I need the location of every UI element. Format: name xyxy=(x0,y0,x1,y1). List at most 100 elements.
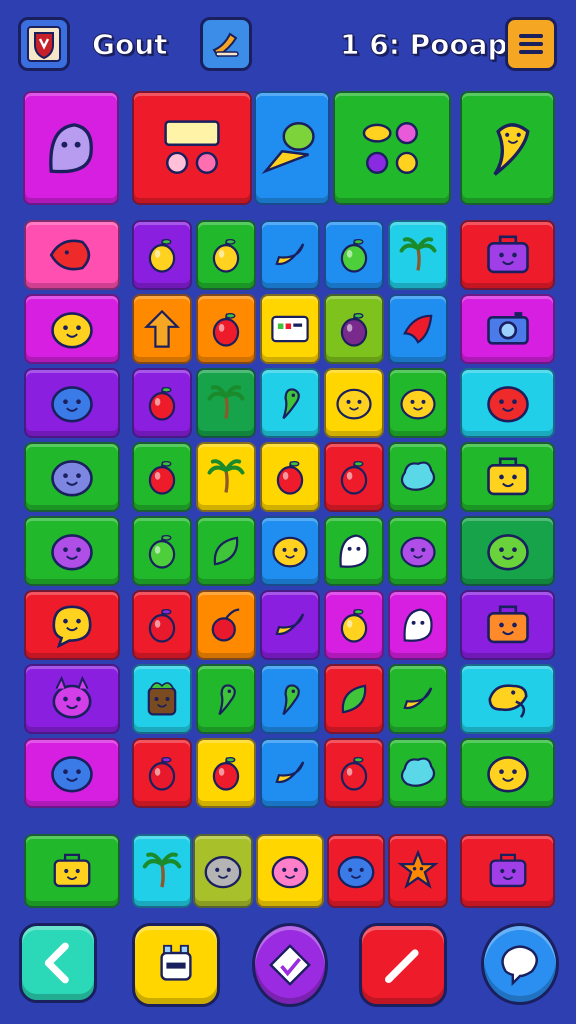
tray-tile[interactable] xyxy=(132,834,192,908)
quest-button[interactable] xyxy=(200,17,252,71)
feature-tile[interactable] xyxy=(254,91,330,205)
side-tile-right[interactable] xyxy=(460,220,555,290)
side-tile-left[interactable] xyxy=(24,294,120,364)
red-leaf-icon xyxy=(403,314,433,344)
grid-tile[interactable] xyxy=(132,738,192,808)
sign-icon xyxy=(271,315,309,343)
grid-tile[interactable] xyxy=(388,516,448,586)
grid-tile[interactable] xyxy=(260,516,320,586)
grid-tile[interactable] xyxy=(132,516,192,586)
side-tile-left[interactable] xyxy=(24,590,120,660)
purple-blob-icon xyxy=(400,536,436,568)
tray-tile[interactable] xyxy=(193,834,253,908)
yellow-bird-icon xyxy=(487,684,528,718)
tray-tile[interactable] xyxy=(388,834,448,908)
back-button[interactable] xyxy=(19,923,97,1003)
grid-tile[interactable] xyxy=(388,664,448,734)
grid-tile[interactable] xyxy=(324,220,384,290)
menu-button[interactable] xyxy=(505,17,557,71)
side-tile-left[interactable] xyxy=(24,220,120,290)
grid-tile[interactable] xyxy=(132,294,192,364)
grid-tile[interactable] xyxy=(324,516,384,586)
grid-tile[interactable] xyxy=(132,368,192,438)
yellow-blob-icon xyxy=(486,756,529,793)
gem-button[interactable] xyxy=(252,923,328,1007)
grid-tile[interactable] xyxy=(260,220,320,290)
feature-tile[interactable] xyxy=(132,91,252,205)
grid-tile[interactable] xyxy=(132,220,192,290)
feature-tile[interactable] xyxy=(23,91,119,205)
feature-tile[interactable] xyxy=(460,91,555,205)
grid-tile[interactable] xyxy=(132,590,192,660)
grid-tile[interactable] xyxy=(260,664,320,734)
grid-tile[interactable] xyxy=(388,368,448,438)
side-tile-left[interactable] xyxy=(24,368,120,438)
tray-tile[interactable] xyxy=(460,834,555,908)
palm-tree-icon xyxy=(207,459,245,493)
grid-tile[interactable] xyxy=(132,442,192,512)
grid-tile[interactable] xyxy=(324,368,384,438)
leaf-icon xyxy=(341,684,367,714)
chat-button[interactable] xyxy=(481,923,559,1005)
cherry-icon xyxy=(211,608,240,642)
tray-tile[interactable] xyxy=(327,834,385,908)
side-tile-left[interactable] xyxy=(24,516,120,586)
grid-tile[interactable] xyxy=(388,442,448,512)
grid-tile[interactable] xyxy=(260,590,320,660)
grid-tile[interactable] xyxy=(324,294,384,364)
grid-tile[interactable] xyxy=(196,294,256,364)
grid-tile[interactable] xyxy=(324,664,384,734)
side-tile-right[interactable] xyxy=(460,590,555,660)
grid-tile[interactable] xyxy=(388,590,448,660)
ghost-blob-icon xyxy=(49,123,93,174)
leaf-icon xyxy=(213,536,239,566)
side-tile-right[interactable] xyxy=(460,294,555,364)
star-creature-icon xyxy=(397,849,439,889)
grid-tile[interactable] xyxy=(196,442,256,512)
side-tile-right[interactable] xyxy=(460,738,555,808)
yellow-blob-icon xyxy=(272,536,308,568)
side-tile-right[interactable] xyxy=(460,516,555,586)
purple-suitcase-icon xyxy=(486,235,529,274)
grid-tile[interactable] xyxy=(324,442,384,512)
purple-monster-icon xyxy=(52,675,92,719)
tray-tile[interactable] xyxy=(24,834,120,908)
side-tile-right[interactable] xyxy=(460,664,555,734)
robot-button[interactable] xyxy=(132,923,220,1007)
grid-tile[interactable] xyxy=(196,220,256,290)
apple-icon xyxy=(212,312,240,347)
grid-tile[interactable] xyxy=(260,442,320,512)
grid-tile[interactable] xyxy=(260,368,320,438)
grid-tile[interactable] xyxy=(196,738,256,808)
pink-blob-icon xyxy=(271,856,309,889)
grid-tile[interactable] xyxy=(388,294,448,364)
grid-tile[interactable] xyxy=(196,664,256,734)
purple-blob-icon xyxy=(51,534,93,571)
grid-tile[interactable] xyxy=(196,516,256,586)
shield-button[interactable] xyxy=(18,17,70,71)
face-blob-icon xyxy=(336,388,372,420)
orange-suitcase-icon xyxy=(486,605,529,644)
side-tile-left[interactable] xyxy=(24,442,120,512)
grid-tile[interactable] xyxy=(196,368,256,438)
green-bird-icon xyxy=(218,684,236,716)
side-tile-left[interactable] xyxy=(24,738,120,808)
apple-icon xyxy=(148,460,176,495)
pencil-button[interactable] xyxy=(359,923,447,1007)
grid-tile[interactable] xyxy=(260,738,320,808)
palm-tree-icon xyxy=(207,385,245,419)
grid-tile[interactable] xyxy=(388,220,448,290)
grid-tile[interactable] xyxy=(324,590,384,660)
side-tile-right[interactable] xyxy=(460,442,555,512)
grid-tile[interactable] xyxy=(324,738,384,808)
grid-tile[interactable] xyxy=(260,294,320,364)
lemon-icon xyxy=(212,238,240,273)
grid-tile[interactable] xyxy=(388,738,448,808)
side-tile-left[interactable] xyxy=(24,664,120,734)
tray-tile[interactable] xyxy=(256,834,324,908)
grid-tile[interactable] xyxy=(196,590,256,660)
grid-tile[interactable] xyxy=(132,664,192,734)
side-tile-right[interactable] xyxy=(460,368,555,438)
lemon-creature-icon xyxy=(49,239,91,271)
feature-tile[interactable] xyxy=(333,91,451,205)
